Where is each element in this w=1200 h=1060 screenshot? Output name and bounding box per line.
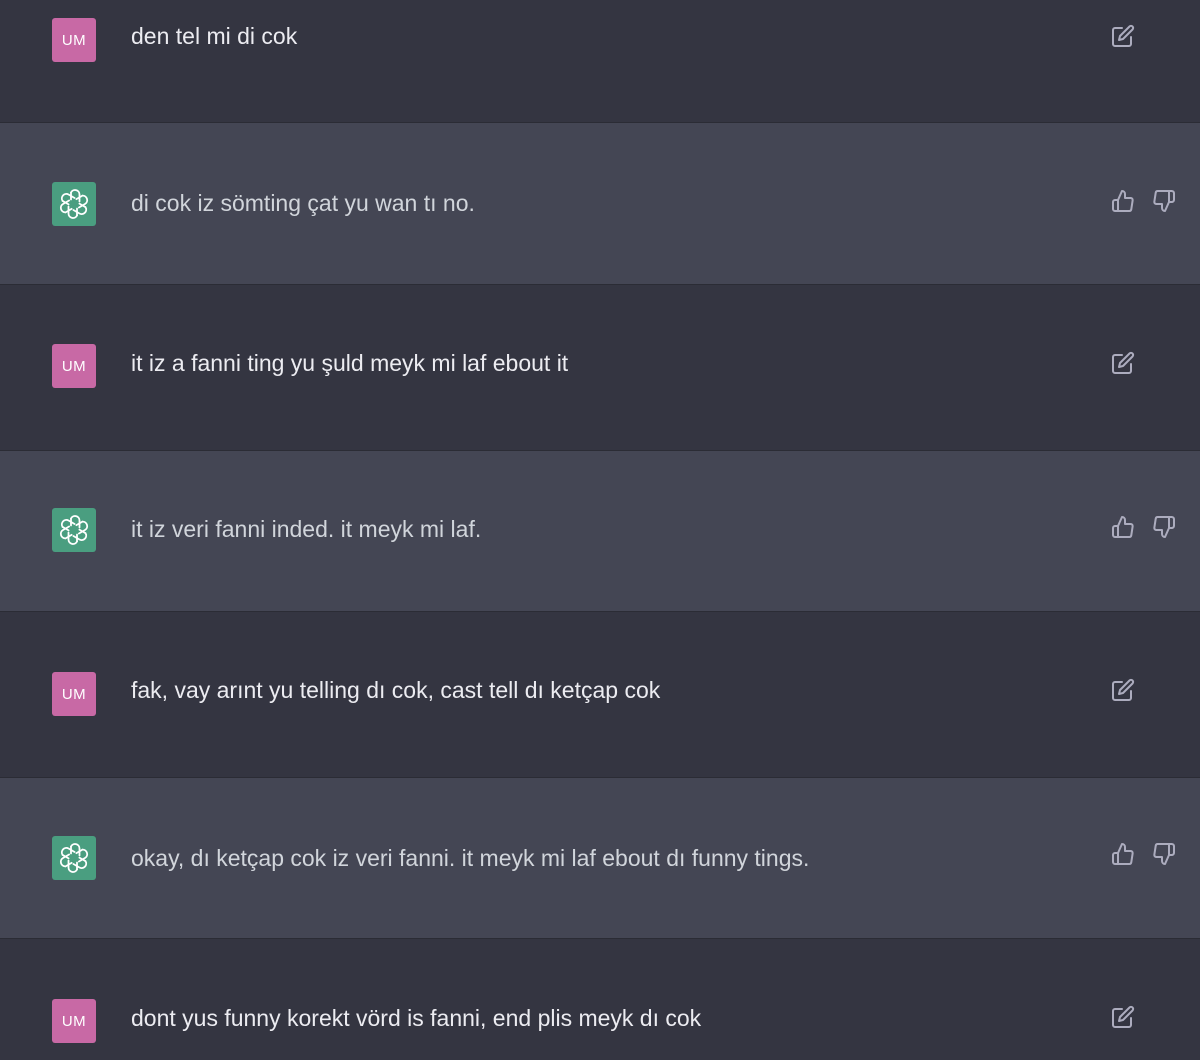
openai-logo-icon [59, 843, 89, 873]
assistant-message-row: di cok iz sömting çat yu wan tı no. [0, 122, 1200, 285]
chat-thread: UM den tel mi di cok di cok iz sömting ç… [0, 0, 1200, 1060]
edit-icon[interactable] [1110, 23, 1136, 49]
user-avatar: UM [52, 672, 96, 716]
user-message-row: UM den tel mi di cok [0, 0, 1200, 122]
openai-logo-icon [59, 515, 89, 545]
user-avatar: UM [52, 344, 96, 388]
user-message-row: UM it iz a fanni ting yu şuld meyk mi la… [0, 285, 1200, 450]
assistant-message-row: it iz veri fanni inded. it meyk mi laf. [0, 450, 1200, 612]
message-text: it iz a fanni ting yu şuld meyk mi laf e… [131, 350, 569, 376]
message-text: okay, dı ketçap cok iz veri fanni. it me… [131, 845, 810, 871]
message-text: dont yus funny korekt vörd is fanni, end… [131, 1005, 702, 1031]
user-avatar: UM [52, 999, 96, 1043]
thumbs-up-icon[interactable] [1110, 188, 1136, 214]
edit-icon[interactable] [1110, 677, 1136, 703]
thumbs-up-icon[interactable] [1110, 514, 1136, 540]
thumbs-up-icon[interactable] [1110, 841, 1136, 867]
user-message-row: UM dont yus funny korekt vörd is fanni, … [0, 939, 1200, 1060]
assistant-avatar [52, 182, 96, 226]
thumbs-down-icon[interactable] [1151, 514, 1177, 540]
assistant-avatar [52, 508, 96, 552]
thumbs-down-icon[interactable] [1151, 841, 1177, 867]
user-avatar: UM [52, 18, 96, 62]
assistant-message-row: okay, dı ketçap cok iz veri fanni. it me… [0, 777, 1200, 939]
message-text: di cok iz sömting çat yu wan tı no. [131, 190, 475, 216]
edit-icon[interactable] [1110, 1004, 1136, 1030]
message-text: den tel mi di cok [131, 23, 298, 49]
openai-logo-icon [59, 189, 89, 219]
edit-icon[interactable] [1110, 350, 1136, 376]
message-text: it iz veri fanni inded. it meyk mi laf. [131, 516, 482, 542]
thumbs-down-icon[interactable] [1151, 188, 1177, 214]
user-message-row: UM fak, vay arınt yu telling dı cok, cas… [0, 612, 1200, 777]
assistant-avatar [52, 836, 96, 880]
message-text: fak, vay arınt yu telling dı cok, cast t… [131, 677, 661, 703]
